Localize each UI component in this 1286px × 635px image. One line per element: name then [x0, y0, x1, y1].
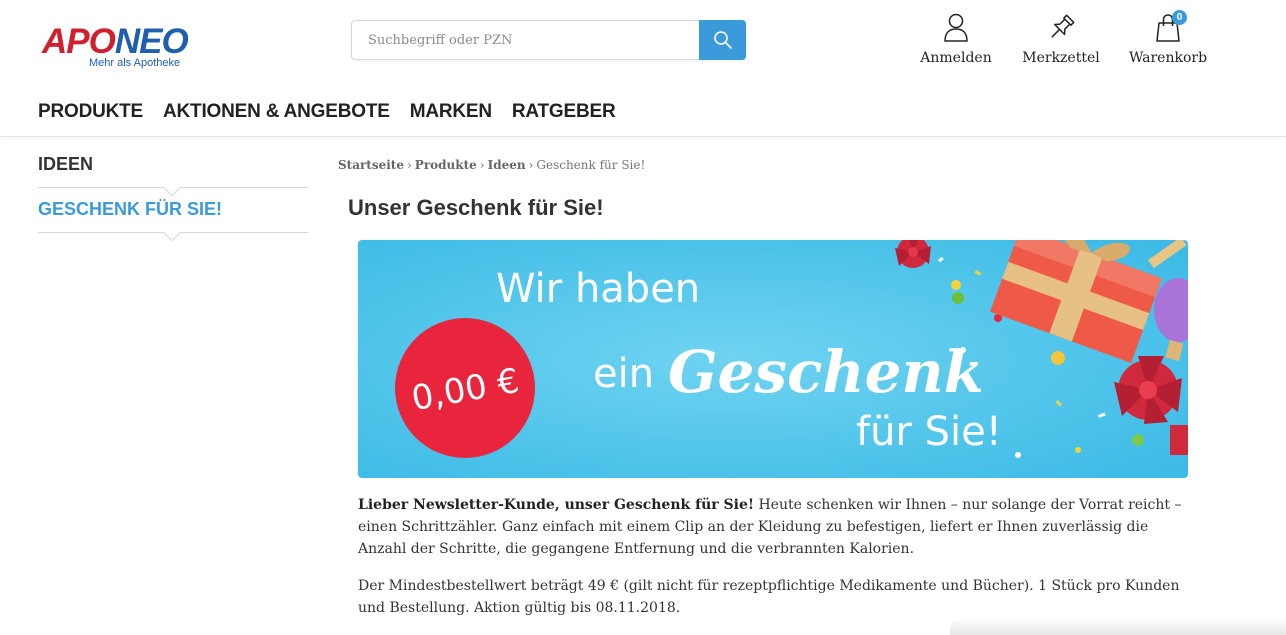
banner-line2b: Geschenk — [668, 338, 984, 406]
floating-bar-edge — [950, 618, 1286, 635]
breadcrumb: Startseite › Produkte › Ideen › Geschenk… — [338, 158, 645, 172]
description-lead: Lieber Newsletter-Kunde, unser Geschenk … — [358, 497, 755, 513]
search-button[interactable] — [699, 20, 746, 60]
logo-part-neo: NEO — [114, 22, 189, 61]
nav-aktionen-angebote[interactable]: AKTIONEN & ANGEBOTE — [163, 101, 390, 123]
main-navigation: PRODUKTE AKTIONEN & ANGEBOTE MARKEN RATG… — [38, 101, 616, 123]
nav-ratgeber[interactable]: RATGEBER — [512, 101, 616, 123]
sidebar-item-label: IDEEN — [38, 154, 94, 174]
wishlist-action[interactable]: Merkzettel — [1020, 12, 1102, 66]
promo-description: Lieber Newsletter-Kunde, unser Geschenk … — [358, 494, 1188, 634]
nav-marken[interactable]: MARKEN — [410, 101, 492, 123]
sidebar-item-label: GESCHENK FÜR SIE! — [38, 199, 223, 219]
cart-count-badge: 0 — [1172, 10, 1187, 25]
banner-line3: für Sie! — [856, 409, 1002, 455]
divider-notch — [163, 224, 181, 242]
cart-label: Warenkorb — [1128, 50, 1208, 66]
search-box — [351, 20, 746, 60]
breadcrumb-separator: › — [528, 158, 534, 172]
banner-line2a: ein — [593, 351, 654, 397]
logo-tagline: Mehr als Apotheke — [89, 57, 181, 69]
description-paragraph-2: Der Mindestbestellwert beträgt 49 € (gil… — [358, 578, 1180, 616]
breadcrumb-current: Geschenk für Sie! — [536, 158, 646, 172]
description-paragraph-1: Lieber Newsletter-Kunde, unser Geschenk … — [358, 494, 1188, 560]
aponeo-logo[interactable]: APONEO Mehr als Apotheke — [42, 24, 217, 74]
breadcrumb-separator: › — [406, 158, 412, 172]
user-icon — [944, 13, 968, 42]
banner-line1: Wir haben — [496, 266, 700, 312]
pin-icon — [1051, 14, 1075, 38]
cart-action[interactable]: 0 Warenkorb — [1128, 10, 1208, 66]
breadcrumb-separator: › — [479, 158, 485, 172]
banner-artwork: Wir haben ein Geschenk für Sie! 0,00 € — [358, 240, 1188, 478]
logo-wordmark: APONEO — [42, 24, 217, 59]
wishlist-label: Merkzettel — [1022, 50, 1100, 66]
login-label: Anmelden — [920, 50, 992, 66]
promo-banner[interactable]: Wir haben ein Geschenk für Sie! 0,00 € — [358, 240, 1188, 478]
breadcrumb-startseite[interactable]: Startseite — [338, 158, 404, 172]
breadcrumb-produkte[interactable]: Produkte — [415, 158, 477, 172]
sidebar-item-geschenk[interactable]: GESCHENK FÜR SIE! — [38, 188, 308, 242]
price-badge: 0,00 € — [395, 318, 535, 458]
login-action[interactable]: Anmelden — [919, 12, 993, 66]
search-icon — [713, 31, 732, 49]
nav-produkte[interactable]: PRODUKTE — [38, 101, 143, 123]
page-title: Unser Geschenk für Sie! — [348, 195, 604, 220]
category-sidebar: IDEEN GESCHENK FÜR SIE! — [38, 152, 308, 242]
site-header: APONEO Mehr als Apotheke Anmelden Merkze… — [0, 0, 1286, 137]
sidebar-item-ideen[interactable]: IDEEN — [38, 152, 308, 197]
search-input[interactable] — [352, 21, 700, 59]
logo-part-apo: APO — [42, 22, 116, 61]
breadcrumb-ideen[interactable]: Ideen — [488, 158, 526, 172]
